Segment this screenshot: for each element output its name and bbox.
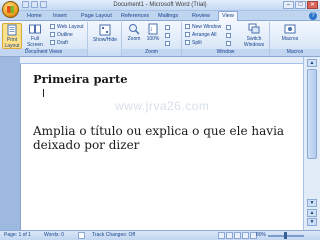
- page-width-icon: [165, 41, 170, 47]
- web-layout-label: Web Layout: [57, 24, 84, 30]
- page-100-icon: 1: [147, 23, 159, 35]
- sync-scroll-icon: [226, 33, 231, 39]
- new-window-icon: [185, 24, 190, 30]
- web-layout-view-icon[interactable]: [234, 232, 241, 239]
- maximize-button[interactable]: □: [295, 1, 306, 9]
- web-layout-icon: [50, 24, 55, 30]
- tab-insert[interactable]: Insert: [53, 12, 67, 21]
- word-count[interactable]: Words: 0: [44, 231, 64, 240]
- window-title: Document1 - Microsoft Word (Trial): [113, 2, 207, 8]
- new-window-label: New Window: [192, 24, 222, 30]
- group-window: New Window Arrange All Split Switch Wind…: [182, 22, 270, 56]
- outline-button[interactable]: Outline: [50, 32, 73, 39]
- group-show-hide: Show/Hide: [88, 22, 122, 56]
- print-layout-view-icon[interactable]: [218, 232, 225, 239]
- window-group-label: Window: [182, 49, 269, 56]
- print-layout-label: Print Layout: [4, 37, 20, 49]
- ribbon-tabs: Home Insert Page Layout References Maili…: [0, 11, 320, 22]
- macros-group-label: Macros: [270, 49, 320, 56]
- split-button[interactable]: Split: [185, 40, 202, 47]
- window-controls: – □ ✕: [283, 1, 318, 9]
- web-layout-button[interactable]: Web Layout: [50, 24, 84, 31]
- macros-label: Macros: [281, 36, 299, 42]
- vertical-scrollbar[interactable]: ▲ ▼ ▲ ▼: [303, 57, 320, 230]
- group-document-views: Print Layout Full Screen Reading Web Lay…: [0, 22, 88, 56]
- page-count[interactable]: Page: 1 of 1: [4, 231, 31, 240]
- draft-button[interactable]: Draft: [50, 40, 68, 47]
- zoom-level[interactable]: 80%: [256, 231, 266, 240]
- show-hide-icon: [99, 24, 111, 36]
- track-changes-status[interactable]: Track Changes: Off: [92, 231, 135, 240]
- zoom-100-label: 100%: [146, 36, 160, 42]
- status-bar: Page: 1 of 1 Words: 0 Track Changes: Off…: [0, 230, 320, 240]
- tab-review[interactable]: Review: [192, 12, 210, 21]
- print-layout-button[interactable]: Print Layout: [2, 23, 22, 49]
- arrange-all-icon: [185, 32, 190, 38]
- tab-page-layout[interactable]: Page Layout: [81, 12, 112, 21]
- split-icon: [185, 40, 190, 46]
- group-macros: Macros Macros: [270, 22, 320, 56]
- ribbon: Print Layout Full Screen Reading Web Lay…: [0, 21, 320, 57]
- zoom-button-label: Zoom: [127, 36, 141, 42]
- switch-windows-button[interactable]: Switch Windows: [240, 23, 268, 48]
- macros-button[interactable]: Macros: [278, 23, 302, 42]
- magnifier-icon: [128, 23, 140, 35]
- close-button[interactable]: ✕: [307, 1, 318, 9]
- arrange-all-label: Arrange All: [192, 32, 217, 38]
- scrollbar-thumb[interactable]: [307, 69, 317, 159]
- sync-scroll-button[interactable]: [226, 33, 233, 40]
- one-page-button[interactable]: [165, 25, 172, 32]
- full-screen-view-icon[interactable]: [226, 232, 233, 239]
- switch-windows-label: Switch Windows: [243, 36, 265, 48]
- reset-window-icon: [226, 41, 231, 47]
- two-pages-button[interactable]: [165, 33, 172, 40]
- print-layout-icon: [6, 24, 18, 36]
- outline-view-icon[interactable]: [242, 232, 249, 239]
- document-heading[interactable]: Primeira parte: [33, 72, 128, 86]
- split-label: Split: [192, 40, 202, 46]
- two-pages-icon: [165, 33, 170, 39]
- proofing-icon[interactable]: [78, 232, 85, 239]
- next-page-icon[interactable]: ▼: [307, 218, 317, 226]
- side-by-side-button[interactable]: [226, 25, 233, 32]
- office-logo-icon: [7, 6, 14, 13]
- show-hide-button[interactable]: Show/Hide: [90, 24, 120, 43]
- group-zoom: Zoom 1 100% Zoom: [122, 22, 182, 56]
- new-window-button[interactable]: New Window: [185, 24, 221, 31]
- zoom-group-label: Zoom: [122, 49, 181, 56]
- outline-label: Outline: [57, 32, 73, 38]
- text-cursor: [43, 89, 44, 97]
- previous-page-icon[interactable]: ▲: [307, 209, 317, 217]
- one-page-icon: [165, 25, 170, 31]
- document-views-label: Document Views: [0, 49, 87, 56]
- scroll-up-arrow-icon[interactable]: ▲: [307, 59, 317, 67]
- macros-icon: [284, 23, 296, 35]
- side-by-side-icon: [226, 25, 231, 31]
- draft-label: Draft: [57, 40, 68, 46]
- zoom-100-button[interactable]: 1 100%: [144, 23, 162, 42]
- zoom-button[interactable]: Zoom: [125, 23, 143, 42]
- document-paragraph[interactable]: Amplia o título ou explica o que ele hav…: [33, 124, 295, 152]
- full-screen-reading-icon: [29, 23, 41, 35]
- switch-windows-icon: [248, 23, 260, 35]
- horizontal-ruler[interactable]: [20, 57, 303, 64]
- outline-icon: [50, 32, 55, 38]
- tab-references[interactable]: References: [121, 12, 149, 21]
- help-icon[interactable]: ?: [309, 12, 317, 20]
- title-bar: Document1 - Microsoft Word (Trial) – □ ✕: [0, 0, 320, 11]
- tab-home[interactable]: Home: [27, 12, 42, 21]
- view-buttons: [218, 232, 257, 239]
- office-button[interactable]: [2, 1, 19, 18]
- reset-window-button[interactable]: [226, 41, 233, 48]
- watermark: www.jrva26.com: [115, 99, 210, 113]
- arrange-all-button[interactable]: Arrange All: [185, 32, 216, 39]
- page-width-button[interactable]: [165, 41, 172, 48]
- draft-icon: [50, 40, 55, 46]
- minimize-button[interactable]: –: [283, 1, 294, 9]
- zoom-slider-handle[interactable]: [284, 232, 287, 239]
- document-page[interactable]: Primeira parte www.jrva26.com Amplia o t…: [20, 64, 303, 230]
- tab-mailings[interactable]: Mailings: [158, 12, 178, 21]
- show-hide-label: Show/Hide: [92, 37, 118, 43]
- scroll-down-arrow-icon[interactable]: ▼: [307, 199, 317, 207]
